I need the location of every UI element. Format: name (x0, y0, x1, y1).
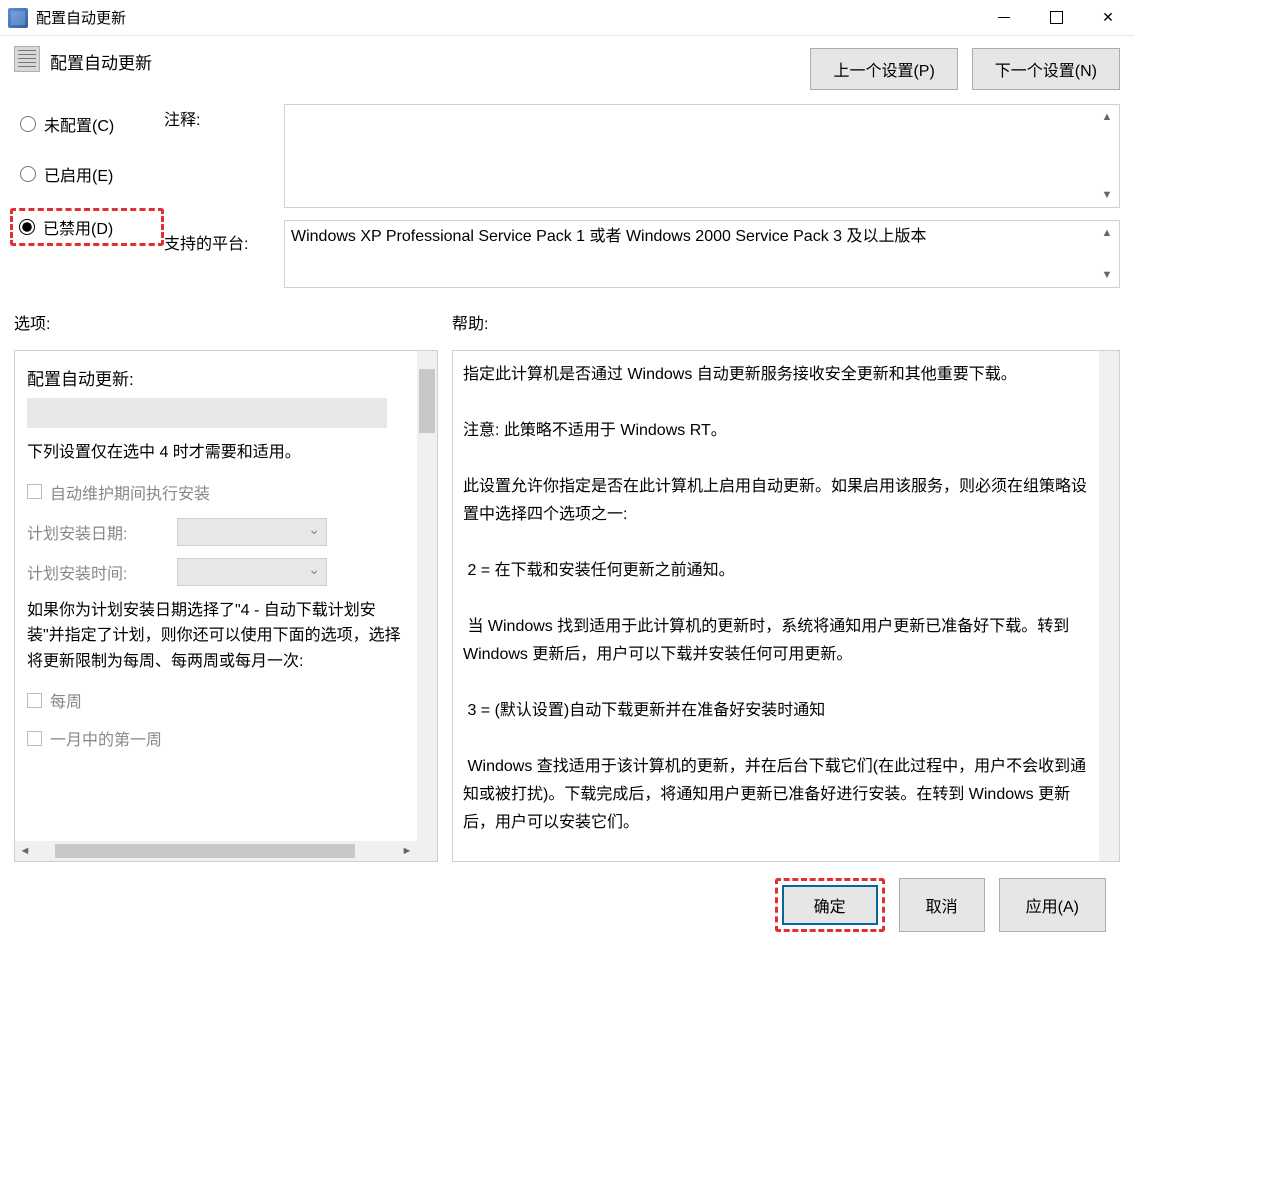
radio-label: 未配置(C) (44, 112, 114, 136)
vertical-scrollbar[interactable] (1099, 351, 1119, 861)
supported-label: 支持的平台: (164, 230, 284, 254)
horizontal-scrollbar[interactable]: ◄ ► (15, 841, 417, 861)
window-title: 配置自动更新 (36, 7, 126, 28)
policy-title: 配置自动更新 (50, 46, 152, 74)
cancel-button[interactable]: 取消 (899, 878, 985, 932)
scroll-right-icon[interactable]: ► (397, 845, 417, 857)
previous-setting-button[interactable]: 上一个设置(P) (810, 48, 957, 90)
checkbox-label: 自动维护期间执行安装 (50, 480, 210, 504)
checkbox-maintenance-install: 自动维护期间执行安装 (27, 480, 411, 504)
radio-label: 已启用(E) (44, 162, 113, 186)
supported-platforms-textbox[interactable]: Windows XP Professional Service Pack 1 或… (284, 220, 1120, 288)
comment-textbox[interactable]: ▲ ▼ (284, 104, 1120, 208)
checkbox-weekly: 每周 (27, 688, 411, 712)
titlebar: 配置自动更新 (0, 0, 1134, 36)
checkbox-icon (27, 731, 42, 746)
comment-label: 注释: (164, 106, 284, 130)
radio-enabled[interactable]: 已启用(E) (14, 158, 164, 190)
help-text: 指定此计算机是否通过 Windows 自动更新服务接收安全更新和其他重要下载。 … (463, 361, 1093, 837)
scroll-up-icon[interactable]: ▲ (1098, 108, 1116, 126)
maximize-button[interactable] (1030, 0, 1082, 36)
supported-platforms-text: Windows XP Professional Service Pack 1 或… (291, 228, 927, 245)
minimize-button[interactable] (978, 0, 1030, 36)
radio-input[interactable] (20, 166, 36, 182)
options-note: 下列设置仅在选中 4 时才需要和适用。 (27, 440, 411, 466)
ok-button-highlight: 确定 (775, 878, 885, 932)
scroll-down-icon[interactable]: ▼ (1098, 186, 1116, 204)
install-day-dropdown (177, 518, 327, 546)
radio-disabled[interactable]: 已禁用(D) (10, 208, 164, 246)
ok-button[interactable]: 确定 (782, 885, 878, 925)
help-panel: 指定此计算机是否通过 Windows 自动更新服务接收安全更新和其他重要下载。 … (452, 350, 1120, 862)
install-time-label: 计划安装时间: (27, 560, 177, 584)
checkbox-label: 一月中的第一周 (50, 726, 162, 750)
scroll-down-icon[interactable]: ▼ (1098, 266, 1116, 284)
checkbox-label: 每周 (50, 688, 82, 712)
policy-icon (14, 46, 40, 72)
apply-button[interactable]: 应用(A) (999, 878, 1106, 932)
vertical-scrollbar[interactable] (417, 351, 437, 861)
checkbox-first-week: 一月中的第一周 (27, 726, 411, 750)
radio-input[interactable] (20, 116, 36, 132)
radio-label: 已禁用(D) (43, 215, 113, 239)
checkbox-icon (27, 693, 42, 708)
options-panel: 配置自动更新: 下列设置仅在选中 4 时才需要和适用。 自动维护期间执行安装 计… (14, 350, 438, 862)
help-section-label: 帮助: (452, 310, 488, 334)
options-section-label: 选项: (14, 310, 452, 334)
install-time-dropdown (177, 558, 327, 586)
next-setting-button[interactable]: 下一个设置(N) (972, 48, 1120, 90)
install-day-label: 计划安装日期: (27, 520, 177, 544)
scroll-up-icon[interactable]: ▲ (1098, 224, 1116, 242)
checkbox-icon (27, 484, 42, 499)
radio-input[interactable] (19, 219, 35, 235)
app-icon (8, 8, 28, 28)
close-button[interactable] (1082, 0, 1134, 36)
radio-not-configured[interactable]: 未配置(C) (14, 108, 164, 140)
options-paragraph: 如果你为计划安装日期选择了"4 - 自动下载计划安装"并指定了计划，则你还可以使… (27, 598, 411, 675)
scroll-left-icon[interactable]: ◄ (15, 845, 35, 857)
options-disabled-dropdown (27, 398, 387, 428)
options-title: 配置自动更新: (27, 365, 411, 390)
